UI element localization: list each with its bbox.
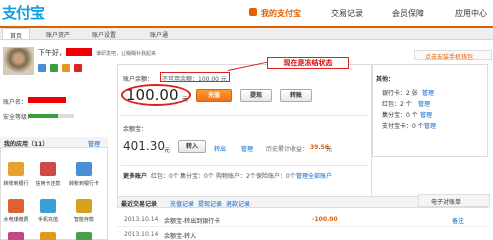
insurance-account-count[interactable]: 保险账户：0个 (256, 171, 296, 180)
points-right-count: 集分宝：0 个 (382, 112, 418, 119)
transfer-button[interactable]: 转账 (280, 89, 312, 102)
nav-my-alipay[interactable]: 我的支付宝 (261, 8, 301, 19)
other-title: 其他： (376, 76, 395, 83)
bank-card-icon[interactable] (76, 162, 92, 176)
transfer-in-button[interactable]: 转入 (178, 140, 206, 153)
app-label[interactable]: 转账到银行卡 (69, 180, 99, 187)
manage-all-accounts-link[interactable]: 管理全部账户 (296, 171, 332, 180)
bank-card-manage-link[interactable]: 管理 (422, 88, 434, 97)
transfer-bank-icon[interactable] (8, 162, 24, 176)
subnav-settings[interactable]: 账户设置 (92, 30, 116, 39)
more-accounts-label: 更多账户 (123, 173, 148, 180)
deposit-icon[interactable] (76, 199, 92, 213)
phone-icon[interactable] (50, 64, 58, 72)
avatar[interactable] (3, 47, 34, 75)
balance-highlight-circle (121, 84, 191, 106)
record-date: 2013.10.14 (124, 216, 159, 223)
red-packet-right-count: 红包：2 个 (382, 101, 412, 108)
mail-icon[interactable] (38, 64, 46, 72)
record-note[interactable]: 备注 (452, 216, 464, 225)
tab-withdraw-records[interactable]: 提现记录 (198, 199, 222, 208)
greeting: 下午好， (38, 49, 66, 57)
sub-navigation: 首页 账户资产 账户设置 账户通 (0, 28, 493, 40)
more-app-icon[interactable] (8, 232, 24, 240)
points-manage-link[interactable]: 管理 (420, 110, 432, 119)
yuebao-unit: 元 (164, 147, 171, 154)
divider (121, 165, 368, 166)
red-packet-manage-link[interactable]: 管理 (418, 99, 430, 108)
recharge-button[interactable]: 充值 (196, 89, 232, 102)
app-label[interactable]: 手机充值 (33, 216, 63, 223)
home-icon (249, 8, 257, 16)
yuebao-manage-link[interactable]: 管理 (241, 144, 253, 153)
row-divider (117, 226, 488, 227)
divider (121, 115, 368, 116)
mobile-wallet-promo[interactable]: 点击安装手机钱包 (414, 50, 492, 61)
alipay-card-manage-link[interactable]: 管理 (424, 121, 436, 130)
tab-recharge-records[interactable]: 充值记录 (170, 199, 194, 208)
record-amount: -100.00 (312, 216, 338, 223)
bank-card-count: 银行卡：2 张 (382, 90, 418, 97)
subnav-assets[interactable]: 账户资产 (46, 30, 70, 39)
record-date: 2013.10.14 (124, 231, 159, 238)
user-notice: 谁研发吧，让糊糊补我起来 (96, 51, 157, 57)
app-label[interactable]: 信用卡还款 (33, 180, 63, 187)
certificate-icon[interactable] (74, 64, 82, 72)
balance-label: 账户余额： (123, 76, 154, 83)
history-earnings-label: 历史累计收益： (266, 146, 309, 153)
red-packet-count[interactable]: 红包：0个 (151, 171, 179, 180)
account-redacted (28, 97, 66, 103)
earnings-unit: 元 (326, 146, 333, 153)
mobile-icon[interactable] (40, 199, 56, 213)
security-progress-fill (28, 114, 58, 118)
nav-transactions[interactable]: 交易记录 (331, 8, 363, 19)
points-count[interactable]: 集分宝：0个 (180, 171, 214, 180)
e-statement-button[interactable]: 电子对账单 (418, 194, 490, 207)
nav-member-security[interactable]: 会员保障 (392, 8, 424, 19)
app-label[interactable]: 转账到银行 (1, 180, 31, 187)
nav-app-center[interactable]: 应用中心 (455, 8, 487, 19)
record-desc: 余额宝-转出到银行卡 (164, 218, 221, 225)
app-label[interactable]: 水电煤缴费 (1, 216, 31, 223)
frozen-annotation: 现在是冻结状态 (267, 57, 349, 69)
card-icon[interactable] (62, 64, 70, 72)
alipay-card-count: 支付宝卡：0 个 (382, 123, 424, 130)
subnav-home[interactable]: 首页 (2, 28, 31, 40)
record-desc: 余额宝-转入 (164, 233, 197, 240)
records-title: 最近交易记录 (121, 201, 158, 208)
apps-panel (0, 137, 108, 240)
frozen-highlight (160, 72, 230, 82)
shopping-account-count[interactable]: 购物账户：2个 (216, 171, 256, 180)
credit-card-icon[interactable] (40, 162, 56, 176)
account-name-label: 账户名： (3, 99, 28, 106)
yuebao-amount: 401.30 (123, 139, 165, 153)
username-redacted (66, 48, 92, 56)
transfer-out-link[interactable]: 转出 (214, 144, 226, 153)
withdraw-button[interactable]: 提现 (240, 89, 272, 102)
alipay-logo[interactable]: 支付宝 (2, 2, 45, 23)
yuebao-label: 余额宝： (123, 126, 148, 133)
subnav-account-link[interactable]: 账户通 (150, 30, 168, 39)
app-label[interactable]: 智能存款 (69, 216, 99, 223)
more-app-icon[interactable] (76, 232, 92, 240)
apps-title: 我的应用（11） (4, 141, 49, 148)
tab-refund-records[interactable]: 退款记录 (226, 199, 250, 208)
apps-manage-link[interactable]: 管理 (88, 139, 100, 148)
more-app-icon[interactable] (40, 232, 56, 240)
utility-icon[interactable] (8, 199, 24, 213)
